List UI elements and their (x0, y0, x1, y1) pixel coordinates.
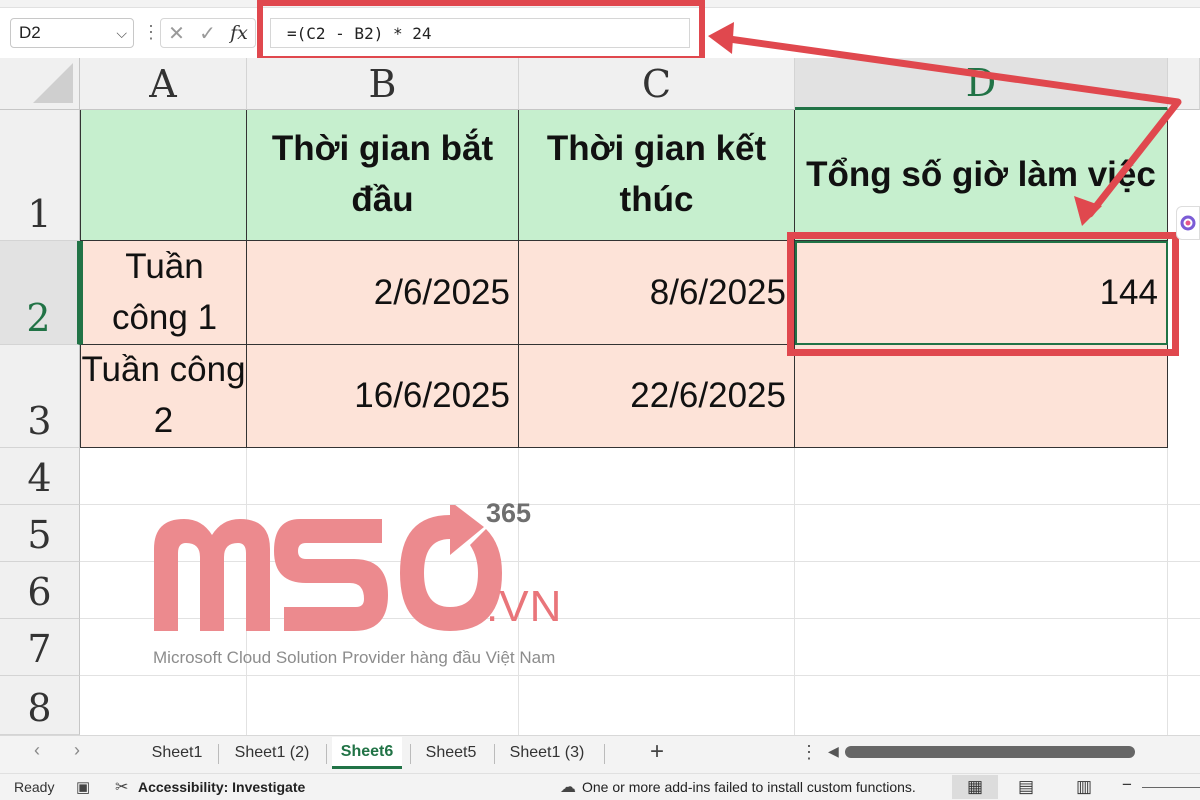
watermark-domain: .VN (486, 582, 563, 631)
column-header-d[interactable]: D (795, 58, 1168, 110)
cell-c2[interactable]: 8/6/2025 (519, 241, 795, 345)
zoom-out-button[interactable]: − (1122, 775, 1132, 795)
cell-a2[interactable]: Tuần công 1 (80, 241, 247, 345)
accessibility-icon[interactable]: ✂ (115, 777, 128, 797)
more-options-icon[interactable]: ⋮ (800, 742, 818, 763)
cell-a3[interactable]: Tuần công 2 (80, 345, 247, 448)
copilot-icon[interactable] (1176, 206, 1200, 240)
sheet-tab-sheet1-3[interactable]: Sheet1 (3) (498, 737, 596, 769)
name-box[interactable]: D2 ⌵ (10, 18, 134, 48)
chevron-down-icon[interactable]: ⌵ (116, 25, 127, 42)
sheet-tab-sheet5[interactable]: Sheet5 (414, 737, 488, 769)
cell-b2[interactable]: 2/6/2025 (247, 241, 519, 345)
chevron-right-icon[interactable]: › (74, 740, 80, 761)
status-ready: Ready (14, 779, 55, 795)
row-header-5[interactable]: 5 (0, 505, 80, 562)
cell-d3[interactable] (795, 345, 1168, 448)
row-header-7[interactable]: 7 (0, 619, 80, 676)
cell-a1[interactable] (80, 110, 247, 241)
sheet-tab-sheet6[interactable]: Sheet6 (332, 737, 402, 769)
row-header-4[interactable]: 4 (0, 448, 80, 505)
column-header-e[interactable] (1168, 58, 1200, 110)
formula-bar-buttons: ✕ ✓ fx (160, 18, 256, 48)
add-sheet-button[interactable]: + (650, 738, 664, 766)
macro-record-icon[interactable]: ▣ (76, 778, 90, 796)
close-icon[interactable]: ✕ (168, 21, 185, 46)
page-break-icon[interactable]: ▥ (1072, 775, 1096, 799)
cell-c3[interactable]: 22/6/2025 (519, 345, 795, 448)
scroll-left-icon[interactable]: ◀ (828, 743, 839, 760)
result-highlight-box (787, 232, 1179, 356)
cell-d1[interactable]: Tổng số giờ làm việc (795, 110, 1168, 241)
page-icon[interactable]: ▤ (1014, 775, 1038, 799)
horizontal-scrollbar[interactable] (845, 746, 1135, 758)
check-icon[interactable]: ✓ (199, 21, 216, 46)
chevron-left-icon[interactable]: ‹ (34, 740, 40, 761)
grid-icon[interactable]: ▦ (952, 775, 998, 799)
select-all-button[interactable] (0, 58, 80, 110)
column-header-b[interactable]: B (247, 58, 519, 110)
row-header-1[interactable]: 1 (0, 110, 80, 241)
cloud-warning-icon: ☁ (560, 779, 576, 796)
row-header-8[interactable]: 8 (0, 676, 80, 735)
insert-function-button[interactable]: fx (230, 22, 248, 44)
sheet-tab-sheet1-2[interactable]: Sheet1 (2) (222, 737, 322, 769)
row-header-2[interactable]: 2 (0, 241, 80, 345)
accessibility-status[interactable]: Accessibility: Investigate (138, 779, 305, 795)
row-header-6[interactable]: 6 (0, 562, 80, 619)
cell-b3[interactable]: 16/6/2025 (247, 345, 519, 448)
formula-highlight-box (257, 0, 705, 62)
column-header-a[interactable]: A (80, 58, 247, 110)
name-box-value: D2 (19, 23, 41, 42)
row-header-3[interactable]: 3 (0, 345, 80, 448)
watermark-365: 365 (486, 498, 532, 528)
zoom-slider[interactable] (1142, 787, 1200, 788)
addin-warning-message: One or more add-ins failed to install cu… (582, 779, 916, 795)
cell-c1[interactable]: Thời gian kết thúc (519, 110, 795, 241)
formula-bar-separator: ⋮ (142, 22, 160, 42)
sheet-tab-sheet1[interactable]: Sheet1 (140, 737, 214, 769)
cell-b1[interactable]: Thời gian bắt đầu (247, 110, 519, 241)
column-header-c[interactable]: C (519, 58, 795, 110)
watermark-tagline: Microsoft Cloud Solution Provider hàng đ… (153, 648, 556, 667)
